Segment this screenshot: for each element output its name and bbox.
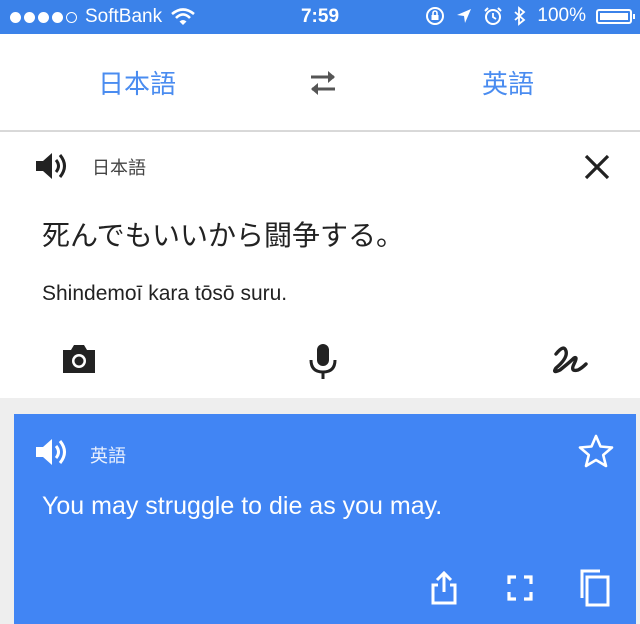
- copy-icon[interactable]: [576, 568, 612, 608]
- translation-card[interactable]: 英語 You may struggle to die as you may.: [14, 414, 636, 624]
- fullscreen-icon[interactable]: [506, 574, 534, 602]
- target-language-button[interactable]: 英語: [482, 64, 534, 101]
- language-bar: 日本語 英語: [0, 34, 640, 132]
- output-language-label: 英語: [90, 446, 126, 467]
- rotation-lock-icon: [426, 7, 445, 25]
- translated-text: You may struggle to die as you may.: [42, 492, 443, 520]
- swap-languages-icon[interactable]: [306, 68, 340, 98]
- status-right: 100%: [425, 5, 635, 27]
- input-card: 日本語 死んでもいいから闘争する。 Shindemoī kara tōsō su…: [0, 132, 640, 399]
- star-icon[interactable]: [578, 434, 614, 468]
- speaker-icon[interactable]: [34, 436, 70, 468]
- alarm-clock-icon: [484, 7, 503, 25]
- source-text[interactable]: 死んでもいいから闘争する。: [42, 214, 404, 254]
- location-arrow-icon: [457, 9, 472, 23]
- share-icon[interactable]: [428, 570, 460, 606]
- speaker-icon[interactable]: [34, 150, 70, 182]
- bluetooth-icon: [514, 6, 526, 26]
- battery-icon: [596, 8, 635, 24]
- status-bar: SoftBank 7:59 100%: [0, 0, 640, 34]
- microphone-icon[interactable]: [306, 342, 340, 380]
- battery-percent: 100%: [537, 5, 586, 26]
- source-language-button[interactable]: 日本語: [98, 64, 176, 101]
- close-icon[interactable]: [582, 152, 612, 182]
- input-language-label: 日本語: [92, 158, 146, 179]
- romanization-text: Shindemoī kara tōsō suru.: [42, 282, 288, 305]
- handwriting-icon[interactable]: [550, 342, 588, 380]
- camera-icon[interactable]: [60, 342, 98, 376]
